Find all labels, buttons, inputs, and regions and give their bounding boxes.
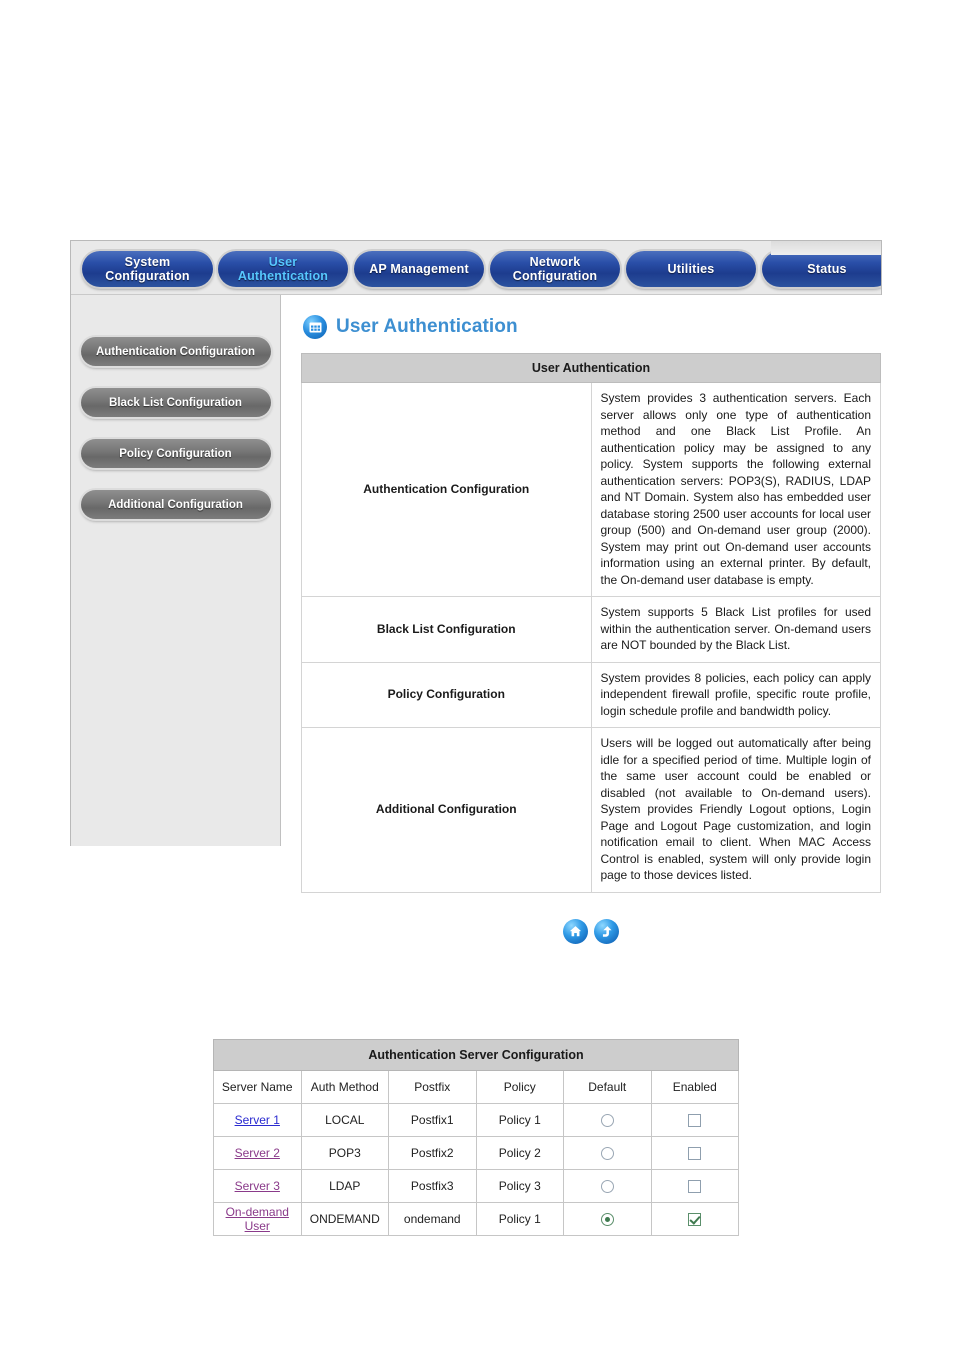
back-to-top-icon[interactable] xyxy=(594,918,619,944)
server-name-cell: On-demand User xyxy=(213,1202,302,1236)
info-table-caption: User Authentication xyxy=(301,353,881,383)
column-header-auth-method: Auth Method xyxy=(300,1070,389,1104)
postfix-cell: Postfix2 xyxy=(388,1136,477,1170)
server-name-cell: Server 1 xyxy=(213,1103,302,1137)
server-name-cell: Server 2 xyxy=(213,1136,302,1170)
info-row-label-black-list-configuration: Black List Configuration xyxy=(301,596,592,663)
authentication-server-configuration-section: Authentication Server Configuration Serv… xyxy=(213,1039,739,1236)
policy-cell: Policy 2 xyxy=(475,1136,564,1170)
sidebar-item-policy-configuration[interactable]: Policy Configuration xyxy=(80,439,271,468)
default-cell xyxy=(563,1103,652,1137)
main-tab-bar: System Configuration User Authentication… xyxy=(71,241,881,295)
info-row-desc-policy-configuration: System provides 8 policies, each policy … xyxy=(590,661,881,728)
policy-cell: Policy 3 xyxy=(475,1169,564,1203)
enabled-cell xyxy=(650,1136,739,1170)
postfix-cell: ondemand xyxy=(388,1202,477,1236)
tab-utilities[interactable]: Utilities xyxy=(626,251,756,287)
tab-ap-management[interactable]: AP Management xyxy=(354,251,484,287)
column-header-postfix: Postfix xyxy=(388,1070,477,1104)
sidebar-item-additional-configuration[interactable]: Additional Configuration xyxy=(80,490,271,519)
server-table-header-row: Server Name Auth Method Postfix Policy D… xyxy=(213,1070,739,1104)
server-table-caption: Authentication Server Configuration xyxy=(213,1039,739,1071)
server-link-2[interactable]: Server 2 xyxy=(235,1146,280,1160)
page-root: System Configuration User Authentication… xyxy=(0,0,954,1351)
column-header-default: Default xyxy=(563,1070,652,1104)
auth-method-cell: POP3 xyxy=(300,1136,389,1170)
home-icon[interactable] xyxy=(563,918,588,944)
enabled-cell xyxy=(650,1202,739,1236)
table-row: Server 1 LOCAL Postfix1 Policy 1 xyxy=(213,1103,739,1137)
info-row-desc-authentication-configuration: System provides 3 authentication servers… xyxy=(590,382,881,597)
tab-network-configuration[interactable]: Network Configuration xyxy=(490,251,620,287)
column-header-enabled: Enabled xyxy=(650,1070,739,1104)
table-row: On-demand User ONDEMAND ondemand Policy … xyxy=(213,1202,739,1236)
admin-console-panel: System Configuration User Authentication… xyxy=(70,240,899,944)
tab-system-configuration[interactable]: System Configuration xyxy=(82,251,213,287)
default-cell xyxy=(563,1169,652,1203)
policy-cell: Policy 1 xyxy=(475,1202,564,1236)
sidebar: Authentication Configuration Black List … xyxy=(71,295,281,846)
default-cell xyxy=(563,1136,652,1170)
tab-status[interactable]: Status xyxy=(762,251,881,287)
enabled-cell xyxy=(650,1103,739,1137)
tab-user-authentication[interactable]: User Authentication xyxy=(218,251,348,287)
table-row: Server 3 LDAP Postfix3 Policy 3 xyxy=(213,1169,739,1203)
enabled-checkbox-1[interactable] xyxy=(688,1114,702,1128)
enabled-checkbox-3[interactable] xyxy=(688,1180,702,1194)
console-body: Authentication Configuration Black List … xyxy=(71,295,899,944)
authentication-server-table: Authentication Server Configuration Serv… xyxy=(213,1039,739,1236)
default-radio-2[interactable] xyxy=(600,1147,614,1161)
table-row: Policy Configuration System provides 8 p… xyxy=(301,661,881,728)
server-link-on-demand-user[interactable]: On-demand User xyxy=(226,1205,289,1233)
postfix-cell: Postfix1 xyxy=(388,1103,477,1137)
table-row: Server 2 POP3 Postfix2 Policy 2 xyxy=(213,1136,739,1170)
info-table-caption-row: User Authentication xyxy=(301,353,881,383)
grid-window-icon xyxy=(303,315,327,339)
auth-method-cell: LDAP xyxy=(300,1169,389,1203)
content-area: User Authentication User Authentication … xyxy=(281,295,899,944)
sidebar-item-authentication-configuration[interactable]: Authentication Configuration xyxy=(80,337,271,366)
enabled-checkbox-2[interactable] xyxy=(688,1147,702,1161)
info-row-desc-black-list-configuration: System supports 5 Black List profiles fo… xyxy=(590,596,881,663)
page-title: User Authentication xyxy=(303,315,881,339)
column-header-policy: Policy xyxy=(475,1070,564,1104)
default-radio-3[interactable] xyxy=(600,1180,614,1194)
server-table-caption-row: Authentication Server Configuration xyxy=(213,1039,739,1071)
policy-cell: Policy 1 xyxy=(475,1103,564,1137)
table-row: Additional Configuration Users will be l… xyxy=(301,727,881,893)
info-row-label-policy-configuration: Policy Configuration xyxy=(301,661,592,728)
server-name-cell: Server 3 xyxy=(213,1169,302,1203)
default-radio-1[interactable] xyxy=(600,1114,614,1128)
info-row-label-authentication-configuration: Authentication Configuration xyxy=(301,382,592,597)
auth-method-cell: LOCAL xyxy=(300,1103,389,1137)
table-row: Black List Configuration System supports… xyxy=(301,596,881,663)
postfix-cell: Postfix3 xyxy=(388,1169,477,1203)
sidebar-item-black-list-configuration[interactable]: Black List Configuration xyxy=(80,388,271,417)
default-cell xyxy=(563,1202,652,1236)
info-row-desc-additional-configuration: Users will be logged out automatically a… xyxy=(590,727,881,893)
page-title-text: User Authentication xyxy=(336,316,518,337)
default-radio-on-demand-user[interactable] xyxy=(600,1213,614,1227)
table-row: Authentication Configuration System prov… xyxy=(301,382,881,597)
enabled-checkbox-on-demand-user[interactable] xyxy=(688,1213,702,1227)
enabled-cell xyxy=(650,1169,739,1203)
server-link-1[interactable]: Server 1 xyxy=(235,1113,280,1127)
info-row-label-additional-configuration: Additional Configuration xyxy=(301,727,592,893)
column-header-server-name: Server Name xyxy=(213,1070,302,1104)
footer-icon-bar xyxy=(301,918,881,944)
user-authentication-info-table: User Authentication Authentication Confi… xyxy=(301,353,881,893)
auth-method-cell: ONDEMAND xyxy=(300,1202,389,1236)
server-link-3[interactable]: Server 3 xyxy=(235,1179,280,1193)
